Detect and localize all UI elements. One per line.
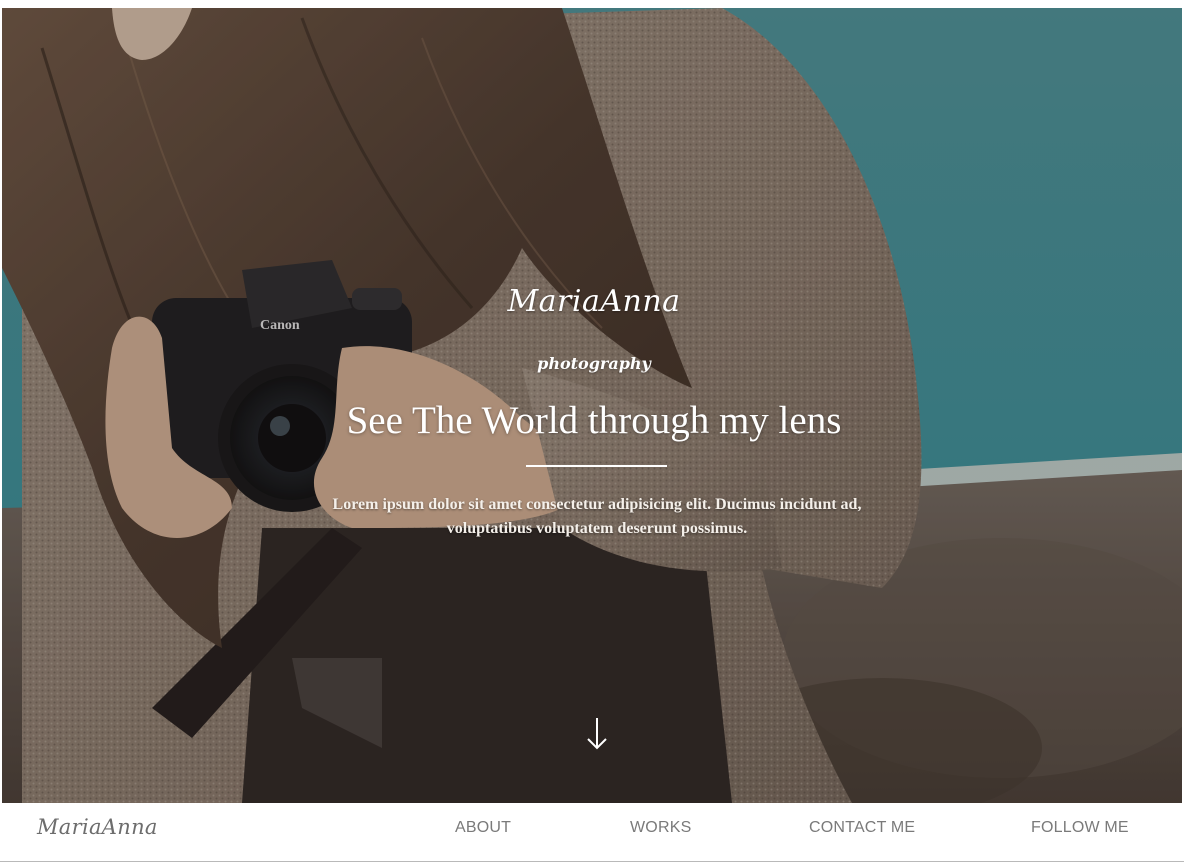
nav-link-works[interactable]: WORKS [630,819,691,837]
nav-link-about[interactable]: ABOUT [455,819,511,837]
nav-link-contact-me[interactable]: CONTACT ME [809,819,915,837]
hero-content: MariaAnna photography See The World thro… [2,8,1182,803]
bottom-navbar: MariaAnna ABOUT WORKS CONTACT ME FOLLOW … [0,803,1184,862]
hero-headline: See The World through my lens [346,399,842,442]
hero-brand-title: MariaAnna [507,284,681,319]
hero-brand-subtitle: photography [537,354,651,373]
hero-lede: Lorem ipsum dolor sit amet consectetur a… [332,496,862,537]
arrow-down-icon[interactable] [584,716,610,752]
nav-logo[interactable]: MariaAnna [37,815,158,839]
hero-section: Canon MariaAnna photography See The Worl… [2,8,1182,803]
nav-link-follow-me[interactable]: FOLLOW ME [1031,819,1129,837]
hero-divider [526,465,667,467]
page: Canon MariaAnna photography See The Worl… [0,0,1184,867]
